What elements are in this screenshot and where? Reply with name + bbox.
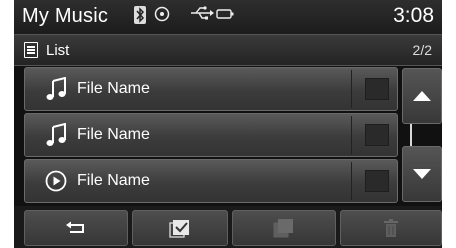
back-button[interactable] <box>24 210 128 246</box>
copy-button[interactable] <box>232 210 336 246</box>
battery-icon <box>216 6 234 26</box>
back-icon <box>66 221 84 233</box>
music-note-icon <box>46 123 66 146</box>
file-row[interactable]: File Name <box>24 67 398 111</box>
list-icon <box>24 42 38 58</box>
select-all-icon <box>169 220 189 238</box>
bluetooth-icon <box>134 6 146 30</box>
music-note-icon <box>46 77 66 100</box>
list-label: List <box>46 42 70 59</box>
app-title: My Music <box>22 5 109 27</box>
file-row[interactable]: File Name <box>24 159 398 203</box>
file-checkbox[interactable] <box>365 124 389 146</box>
delete-button[interactable] <box>340 210 442 246</box>
music-screen: My Music 3:08 List 2/2 File Name File Na… <box>14 0 442 248</box>
delete-icon <box>384 219 398 237</box>
file-name: File Name <box>77 80 150 97</box>
scroll-down-button[interactable] <box>402 146 442 202</box>
row-divider <box>351 162 352 200</box>
file-row[interactable]: File Name <box>24 113 398 157</box>
row-divider <box>351 70 352 108</box>
file-checkbox[interactable] <box>365 78 389 100</box>
scroll-down-icon <box>413 169 431 179</box>
row-divider <box>351 116 352 154</box>
file-name: File Name <box>77 126 150 143</box>
file-checkbox[interactable] <box>365 170 389 192</box>
clock: 3:08 <box>393 4 434 27</box>
select-all-button[interactable] <box>132 210 228 246</box>
status-bar: My Music 3:08 <box>14 0 442 34</box>
play-circle-icon <box>45 170 67 192</box>
disc-icon <box>154 6 170 28</box>
list-header: List 2/2 <box>14 34 442 66</box>
scroll-up-icon <box>413 91 431 101</box>
page-indicator: 2/2 <box>412 42 432 58</box>
scroll-up-button[interactable] <box>402 68 442 124</box>
usb-icon <box>190 6 214 26</box>
file-name: File Name <box>77 172 150 189</box>
bottom-toolbar <box>14 206 442 248</box>
copy-icon <box>273 219 293 238</box>
